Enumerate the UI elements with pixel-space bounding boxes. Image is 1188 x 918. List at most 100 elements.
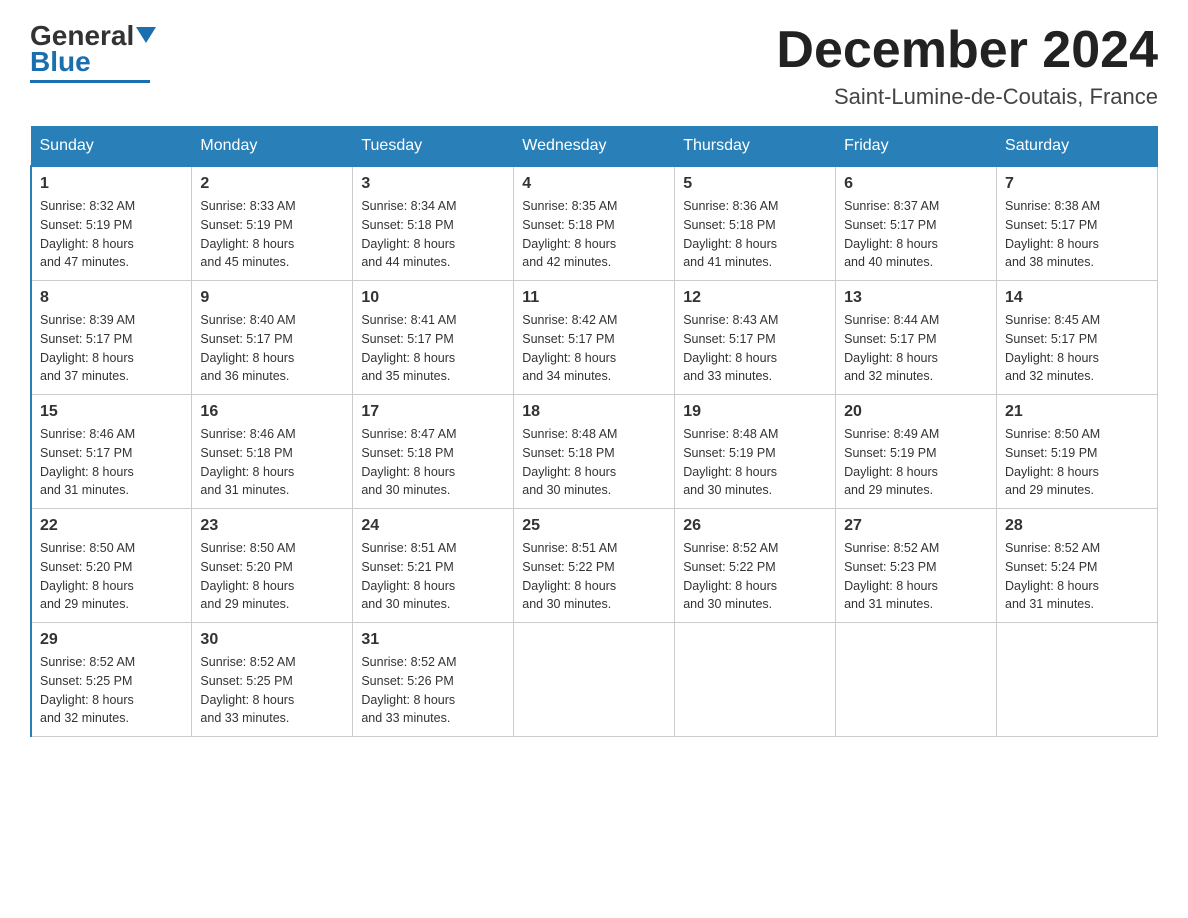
table-row: 11 Sunrise: 8:42 AM Sunset: 5:17 PM Dayl… xyxy=(514,281,675,395)
day-number: 23 xyxy=(200,517,344,535)
day-info: Sunrise: 8:51 AM Sunset: 5:22 PM Dayligh… xyxy=(522,539,666,614)
day-number: 19 xyxy=(683,403,827,421)
day-info: Sunrise: 8:50 AM Sunset: 5:19 PM Dayligh… xyxy=(1005,425,1149,500)
logo-blue-text: Blue xyxy=(30,46,91,78)
day-number: 25 xyxy=(522,517,666,535)
title-area: December 2024 Saint-Lumine-de-Coutais, F… xyxy=(776,20,1158,110)
day-info: Sunrise: 8:52 AM Sunset: 5:24 PM Dayligh… xyxy=(1005,539,1149,614)
table-row: 26 Sunrise: 8:52 AM Sunset: 5:22 PM Dayl… xyxy=(675,509,836,623)
day-info: Sunrise: 8:43 AM Sunset: 5:17 PM Dayligh… xyxy=(683,311,827,386)
table-row xyxy=(514,623,675,737)
day-info: Sunrise: 8:52 AM Sunset: 5:23 PM Dayligh… xyxy=(844,539,988,614)
table-row: 10 Sunrise: 8:41 AM Sunset: 5:17 PM Dayl… xyxy=(353,281,514,395)
day-number: 31 xyxy=(361,631,505,649)
table-row: 24 Sunrise: 8:51 AM Sunset: 5:21 PM Dayl… xyxy=(353,509,514,623)
table-row xyxy=(675,623,836,737)
table-row: 25 Sunrise: 8:51 AM Sunset: 5:22 PM Dayl… xyxy=(514,509,675,623)
table-row: 19 Sunrise: 8:48 AM Sunset: 5:19 PM Dayl… xyxy=(675,395,836,509)
table-row: 6 Sunrise: 8:37 AM Sunset: 5:17 PM Dayli… xyxy=(836,166,997,281)
day-number: 5 xyxy=(683,175,827,193)
day-number: 21 xyxy=(1005,403,1149,421)
day-number: 18 xyxy=(522,403,666,421)
day-info: Sunrise: 8:46 AM Sunset: 5:18 PM Dayligh… xyxy=(200,425,344,500)
header-monday: Monday xyxy=(192,127,353,167)
day-number: 4 xyxy=(522,175,666,193)
day-number: 26 xyxy=(683,517,827,535)
day-info: Sunrise: 8:37 AM Sunset: 5:17 PM Dayligh… xyxy=(844,197,988,272)
day-info: Sunrise: 8:50 AM Sunset: 5:20 PM Dayligh… xyxy=(40,539,183,614)
table-row: 21 Sunrise: 8:50 AM Sunset: 5:19 PM Dayl… xyxy=(997,395,1158,509)
day-info: Sunrise: 8:52 AM Sunset: 5:25 PM Dayligh… xyxy=(200,653,344,728)
table-row: 18 Sunrise: 8:48 AM Sunset: 5:18 PM Dayl… xyxy=(514,395,675,509)
day-number: 27 xyxy=(844,517,988,535)
logo: General Blue xyxy=(30,20,156,83)
day-number: 20 xyxy=(844,403,988,421)
table-row: 4 Sunrise: 8:35 AM Sunset: 5:18 PM Dayli… xyxy=(514,166,675,281)
table-row: 23 Sunrise: 8:50 AM Sunset: 5:20 PM Dayl… xyxy=(192,509,353,623)
calendar-week-row: 15 Sunrise: 8:46 AM Sunset: 5:17 PM Dayl… xyxy=(31,395,1158,509)
table-row: 27 Sunrise: 8:52 AM Sunset: 5:23 PM Dayl… xyxy=(836,509,997,623)
table-row: 31 Sunrise: 8:52 AM Sunset: 5:26 PM Dayl… xyxy=(353,623,514,737)
table-row: 9 Sunrise: 8:40 AM Sunset: 5:17 PM Dayli… xyxy=(192,281,353,395)
table-row: 8 Sunrise: 8:39 AM Sunset: 5:17 PM Dayli… xyxy=(31,281,192,395)
calendar-title: December 2024 xyxy=(776,20,1158,80)
calendar-week-row: 29 Sunrise: 8:52 AM Sunset: 5:25 PM Dayl… xyxy=(31,623,1158,737)
day-info: Sunrise: 8:32 AM Sunset: 5:19 PM Dayligh… xyxy=(40,197,183,272)
day-number: 7 xyxy=(1005,175,1149,193)
table-row xyxy=(836,623,997,737)
day-number: 11 xyxy=(522,289,666,307)
day-number: 22 xyxy=(40,517,183,535)
day-info: Sunrise: 8:52 AM Sunset: 5:26 PM Dayligh… xyxy=(361,653,505,728)
day-number: 14 xyxy=(1005,289,1149,307)
table-row: 14 Sunrise: 8:45 AM Sunset: 5:17 PM Dayl… xyxy=(997,281,1158,395)
day-info: Sunrise: 8:35 AM Sunset: 5:18 PM Dayligh… xyxy=(522,197,666,272)
day-info: Sunrise: 8:42 AM Sunset: 5:17 PM Dayligh… xyxy=(522,311,666,386)
day-info: Sunrise: 8:48 AM Sunset: 5:18 PM Dayligh… xyxy=(522,425,666,500)
day-info: Sunrise: 8:49 AM Sunset: 5:19 PM Dayligh… xyxy=(844,425,988,500)
header-saturday: Saturday xyxy=(997,127,1158,167)
header-wednesday: Wednesday xyxy=(514,127,675,167)
day-info: Sunrise: 8:50 AM Sunset: 5:20 PM Dayligh… xyxy=(200,539,344,614)
calendar-subtitle: Saint-Lumine-de-Coutais, France xyxy=(776,84,1158,110)
header-sunday: Sunday xyxy=(31,127,192,167)
table-row: 13 Sunrise: 8:44 AM Sunset: 5:17 PM Dayl… xyxy=(836,281,997,395)
header-thursday: Thursday xyxy=(675,127,836,167)
header-friday: Friday xyxy=(836,127,997,167)
day-info: Sunrise: 8:52 AM Sunset: 5:22 PM Dayligh… xyxy=(683,539,827,614)
day-number: 17 xyxy=(361,403,505,421)
day-number: 8 xyxy=(40,289,183,307)
table-row: 29 Sunrise: 8:52 AM Sunset: 5:25 PM Dayl… xyxy=(31,623,192,737)
table-row: 12 Sunrise: 8:43 AM Sunset: 5:17 PM Dayl… xyxy=(675,281,836,395)
day-info: Sunrise: 8:52 AM Sunset: 5:25 PM Dayligh… xyxy=(40,653,183,728)
table-row: 28 Sunrise: 8:52 AM Sunset: 5:24 PM Dayl… xyxy=(997,509,1158,623)
calendar-week-row: 1 Sunrise: 8:32 AM Sunset: 5:19 PM Dayli… xyxy=(31,166,1158,281)
day-number: 12 xyxy=(683,289,827,307)
day-number: 10 xyxy=(361,289,505,307)
calendar-header-row: Sunday Monday Tuesday Wednesday Thursday… xyxy=(31,127,1158,167)
table-row: 30 Sunrise: 8:52 AM Sunset: 5:25 PM Dayl… xyxy=(192,623,353,737)
calendar-week-row: 22 Sunrise: 8:50 AM Sunset: 5:20 PM Dayl… xyxy=(31,509,1158,623)
day-number: 28 xyxy=(1005,517,1149,535)
day-number: 3 xyxy=(361,175,505,193)
day-info: Sunrise: 8:51 AM Sunset: 5:21 PM Dayligh… xyxy=(361,539,505,614)
day-info: Sunrise: 8:48 AM Sunset: 5:19 PM Dayligh… xyxy=(683,425,827,500)
logo-triangle-icon xyxy=(136,27,156,43)
day-info: Sunrise: 8:40 AM Sunset: 5:17 PM Dayligh… xyxy=(200,311,344,386)
calendar-table: Sunday Monday Tuesday Wednesday Thursday… xyxy=(30,126,1158,737)
day-number: 6 xyxy=(844,175,988,193)
day-number: 29 xyxy=(40,631,183,649)
day-info: Sunrise: 8:34 AM Sunset: 5:18 PM Dayligh… xyxy=(361,197,505,272)
table-row: 3 Sunrise: 8:34 AM Sunset: 5:18 PM Dayli… xyxy=(353,166,514,281)
day-number: 13 xyxy=(844,289,988,307)
day-info: Sunrise: 8:38 AM Sunset: 5:17 PM Dayligh… xyxy=(1005,197,1149,272)
logo-underline xyxy=(30,80,150,83)
table-row: 15 Sunrise: 8:46 AM Sunset: 5:17 PM Dayl… xyxy=(31,395,192,509)
header: General Blue December 2024 Saint-Lumine-… xyxy=(30,20,1158,110)
table-row: 20 Sunrise: 8:49 AM Sunset: 5:19 PM Dayl… xyxy=(836,395,997,509)
table-row: 1 Sunrise: 8:32 AM Sunset: 5:19 PM Dayli… xyxy=(31,166,192,281)
day-number: 15 xyxy=(40,403,183,421)
day-info: Sunrise: 8:36 AM Sunset: 5:18 PM Dayligh… xyxy=(683,197,827,272)
table-row xyxy=(997,623,1158,737)
day-info: Sunrise: 8:41 AM Sunset: 5:17 PM Dayligh… xyxy=(361,311,505,386)
table-row: 16 Sunrise: 8:46 AM Sunset: 5:18 PM Dayl… xyxy=(192,395,353,509)
